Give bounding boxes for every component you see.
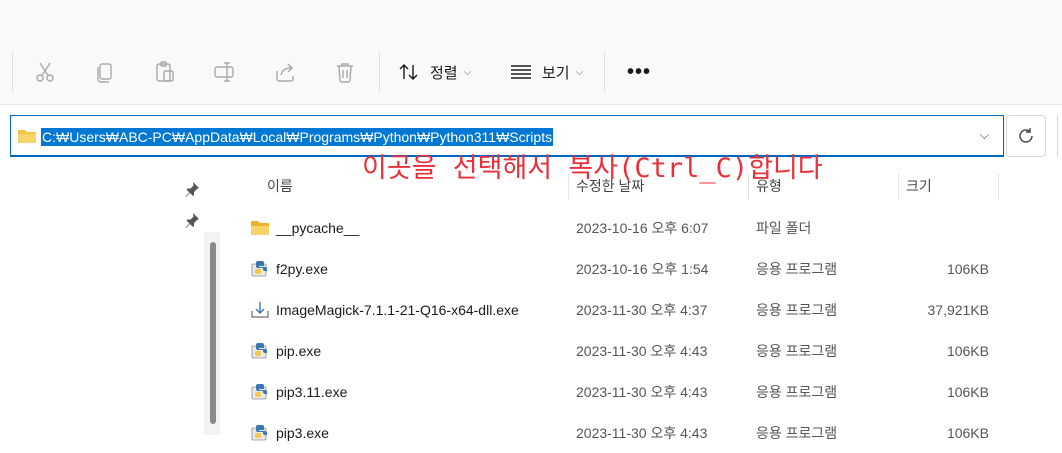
paste-button[interactable] xyxy=(145,52,185,92)
view-icon xyxy=(511,65,531,79)
file-name: ImageMagick-7.1.1-21-Q16-x64-dll.exe xyxy=(276,302,519,318)
sort-icon xyxy=(399,64,418,80)
navigation-pane xyxy=(0,158,226,435)
sort-button[interactable]: 정렬 ⌵ xyxy=(398,56,471,88)
file-name: f2py.exe xyxy=(276,261,328,277)
file-size: 106KB xyxy=(946,384,989,400)
search-box-edge[interactable] xyxy=(1057,115,1062,157)
share-icon xyxy=(276,63,294,82)
more-options-button[interactable]: ••• xyxy=(624,56,654,88)
file-date: 2023-10-16 오후 1:54 xyxy=(576,261,709,277)
command-bar: 정렬 ⌵ 보기 ⌵ ••• xyxy=(0,0,1062,105)
address-path-input[interactable]: C:₩Users₩ABC-PC₩AppData₩Local₩Programs₩P… xyxy=(41,128,554,146)
file-name: pip3.11.exe xyxy=(276,384,348,400)
column-header-size[interactable]: 크기 xyxy=(906,170,932,202)
file-size xyxy=(906,208,989,248)
file-row[interactable]: pip3.11.exe 2023-11-30 오후 4:43 응용 프로그램 1… xyxy=(226,372,1062,412)
installer-icon xyxy=(251,302,269,318)
python-exe-icon xyxy=(251,261,267,277)
file-row[interactable]: f2py.exe 2023-10-16 오후 1:54 응용 프로그램 106K… xyxy=(226,249,1062,289)
column-divider[interactable] xyxy=(998,174,999,200)
column-header-name[interactable]: 이름 xyxy=(267,170,293,202)
chevron-down-icon: ⌵ xyxy=(463,66,472,78)
pin-icon xyxy=(185,182,199,197)
file-row[interactable]: ImageMagick-7.1.1-21-Q16-x64-dll.exe 202… xyxy=(226,290,1062,330)
file-size: 106KB xyxy=(946,343,989,359)
file-name: pip3.exe xyxy=(276,425,329,441)
file-row[interactable]: pip3.exe 2023-11-30 오후 4:43 응용 프로그램 106K… xyxy=(226,413,1062,453)
view-label: 보기 xyxy=(542,64,570,82)
file-date: 2023-10-16 오후 6:07 xyxy=(576,220,709,236)
file-row[interactable]: __pycache__ 2023-10-16 오후 6:07 파일 폴더 xyxy=(226,208,1062,248)
file-row[interactable]: pip.exe 2023-11-30 오후 4:43 응용 프로그램 106KB xyxy=(226,331,1062,371)
file-type: 응용 프로그램 xyxy=(756,261,838,277)
toolbar-separator xyxy=(12,52,13,92)
file-date: 2023-11-30 오후 4:43 xyxy=(576,425,708,441)
python-exe-icon xyxy=(251,425,267,441)
file-type: 응용 프로그램 xyxy=(756,425,838,441)
copy-button[interactable] xyxy=(85,52,125,92)
toolbar-separator xyxy=(379,52,380,92)
folder-icon xyxy=(18,130,36,143)
share-button[interactable] xyxy=(265,52,305,92)
file-name: pip.exe xyxy=(276,343,322,359)
file-type: 응용 프로그램 xyxy=(756,384,838,400)
file-size: 106KB xyxy=(946,425,989,441)
address-history-chevron-icon[interactable]: ⌵ xyxy=(980,128,989,143)
python-exe-icon xyxy=(251,343,267,359)
file-type: 응용 프로그램 xyxy=(756,302,838,318)
file-size: 106KB xyxy=(946,261,989,277)
paste-icon xyxy=(156,61,174,82)
nav-scrollbar-thumb[interactable] xyxy=(210,242,216,424)
cut-button[interactable] xyxy=(25,52,65,92)
file-date: 2023-11-30 오후 4:43 xyxy=(576,343,708,359)
copy-icon xyxy=(97,63,112,83)
delete-button[interactable] xyxy=(325,52,365,92)
sort-label: 정렬 xyxy=(430,64,458,82)
delete-icon xyxy=(337,63,353,83)
file-name: __pycache__ xyxy=(276,220,360,236)
file-size: 37,921KB xyxy=(927,302,990,318)
chevron-down-icon: ⌵ xyxy=(575,66,584,78)
file-type: 응용 프로그램 xyxy=(756,343,838,359)
cut-icon xyxy=(36,62,54,82)
file-date: 2023-11-30 오후 4:43 xyxy=(576,384,708,400)
file-date: 2023-11-30 오후 4:37 xyxy=(576,302,708,318)
view-button[interactable]: 보기 ⌵ xyxy=(510,56,583,88)
column-divider[interactable] xyxy=(898,174,899,200)
toolbar-separator xyxy=(604,52,605,92)
python-exe-icon xyxy=(251,384,267,400)
pin-icon xyxy=(185,213,199,228)
rename-button[interactable] xyxy=(205,52,245,92)
refresh-button[interactable] xyxy=(1006,115,1046,157)
file-type: 파일 폴더 xyxy=(756,220,812,236)
folder-icon xyxy=(251,221,269,235)
rename-icon xyxy=(214,62,234,82)
instruction-annotation: 이곳을 선택해서 복사(Ctrl_C)합니다 xyxy=(362,153,823,184)
refresh-icon xyxy=(1019,128,1033,143)
